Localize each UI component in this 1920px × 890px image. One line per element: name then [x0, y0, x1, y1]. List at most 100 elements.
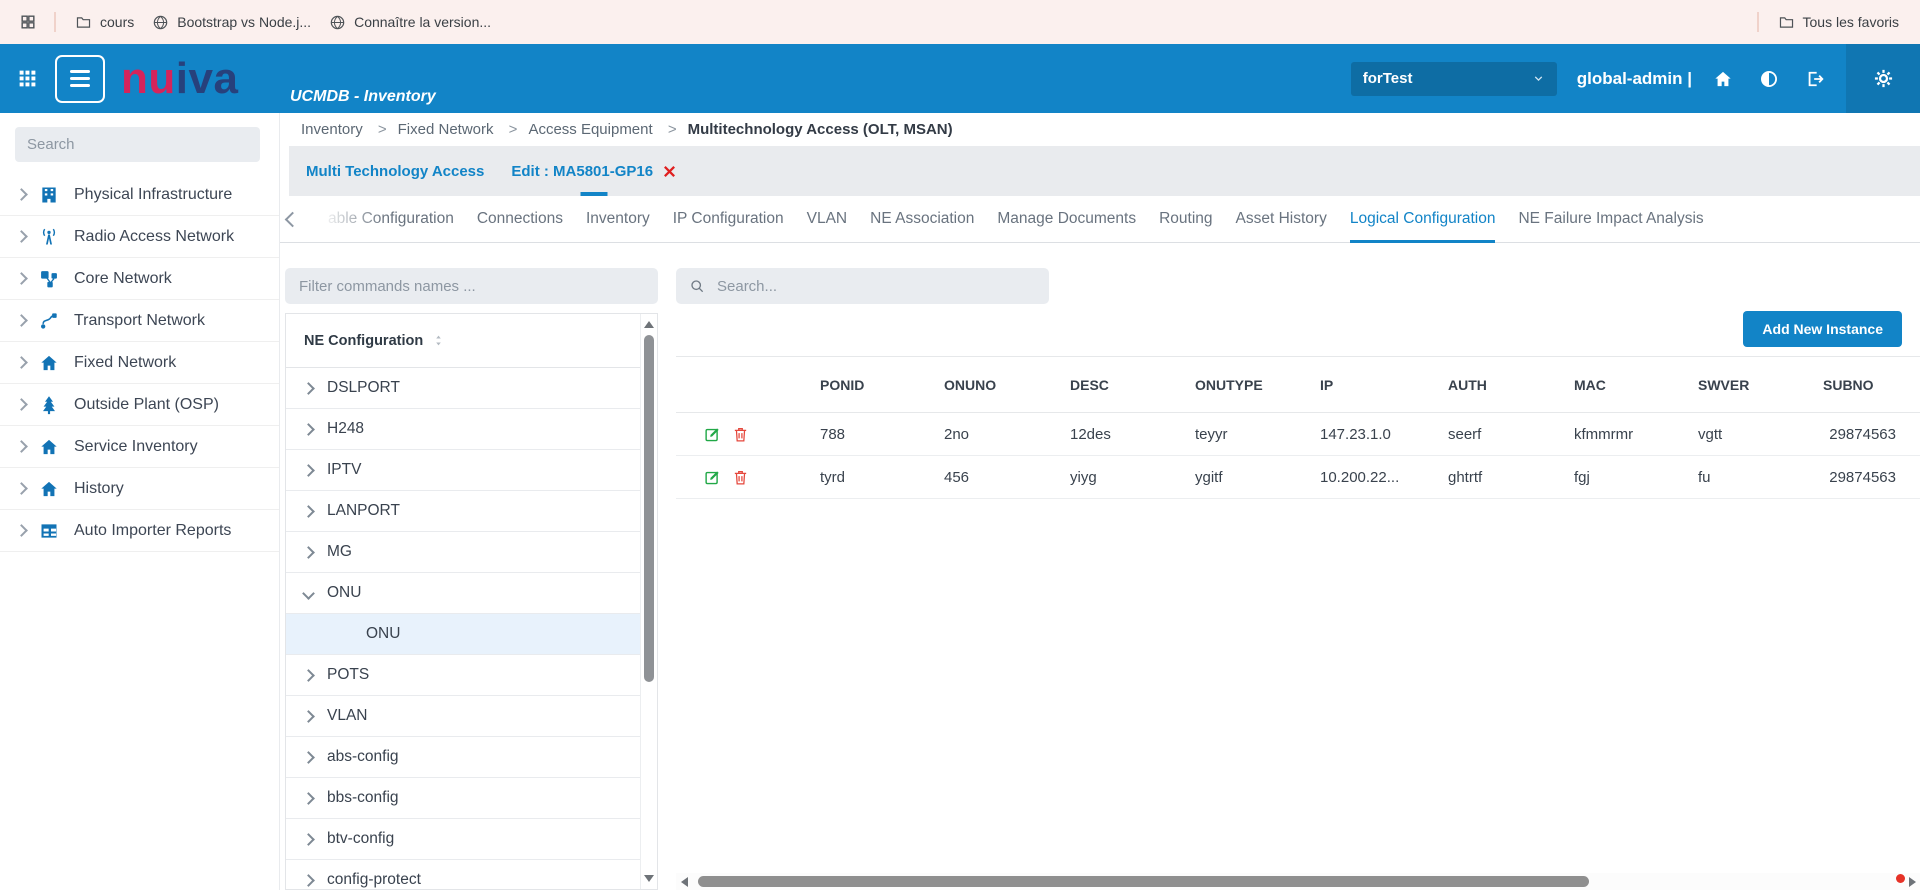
bookmark-item[interactable]: cours — [66, 10, 143, 35]
nuiva-logo[interactable]: nuiva — [121, 57, 238, 101]
edit-icon[interactable] — [704, 426, 721, 443]
sidebar-item-label: Outside Plant (OSP) — [74, 396, 219, 414]
tab[interactable]: Routing — [1159, 196, 1212, 242]
sort-icon[interactable] — [432, 334, 445, 347]
sidebar-item[interactable]: Core Network — [0, 258, 279, 300]
tab[interactable]: Logical Configuration — [1350, 196, 1496, 242]
tab[interactable]: IP Configuration — [673, 196, 784, 242]
delete-icon[interactable] — [732, 426, 749, 443]
delete-icon[interactable] — [732, 469, 749, 486]
close-icon[interactable] — [662, 164, 677, 179]
tab[interactable]: VLAN — [807, 196, 848, 242]
tree-chevron-icon[interactable] — [302, 464, 315, 477]
column-header[interactable]: SUBNO — [1811, 377, 1920, 393]
app-launcher-grid-icon[interactable] — [17, 68, 38, 89]
column-header[interactable]: DESC — [1058, 377, 1183, 393]
add-new-instance-button[interactable]: Add New Instance — [1743, 311, 1902, 347]
tree-chevron-icon[interactable] — [302, 874, 315, 887]
tab[interactable]: Connections — [477, 196, 563, 242]
all-favorites-button[interactable]: Tous les favoris — [1769, 10, 1908, 35]
tree-chevron-icon[interactable] — [302, 751, 315, 764]
tree-column-header-label: NE Configuration — [304, 333, 423, 349]
environment-select-value: forTest — [1363, 70, 1413, 87]
tree-item[interactable]: VLAN — [286, 696, 641, 737]
tree-vertical-scrollbar[interactable] — [640, 314, 657, 889]
settings-button[interactable] — [1846, 44, 1920, 113]
tree-item[interactable]: DSLPORT — [286, 368, 641, 409]
subtab[interactable]: Edit : MA5801-GP16 — [511, 146, 677, 196]
logout-icon[interactable] — [1805, 69, 1825, 89]
scrollbar-thumb[interactable] — [698, 876, 1589, 887]
sidebar-item-label: History — [74, 480, 124, 498]
tree-item-label: abs-config — [327, 748, 399, 766]
column-header[interactable]: SWVER — [1686, 377, 1811, 393]
column-header[interactable]: ONUTYPE — [1183, 377, 1308, 393]
tree-chevron-icon[interactable] — [302, 710, 315, 723]
tree-item[interactable]: MG — [286, 532, 641, 573]
tab[interactable]: Inventory — [586, 196, 650, 242]
tab[interactable]: NE Failure Impact Analysis — [1518, 196, 1703, 242]
column-header[interactable]: AUTH — [1436, 377, 1562, 393]
tree-item[interactable]: POTS — [286, 655, 641, 696]
breadcrumb-link[interactable]: Inventory — [301, 121, 363, 138]
column-header[interactable]: MAC — [1562, 377, 1686, 393]
tree-item[interactable]: ONU — [286, 573, 641, 614]
tree-item[interactable]: config-protect — [286, 860, 641, 890]
breadcrumb-link[interactable]: Access Equipment — [528, 121, 652, 138]
tree-chevron-icon[interactable] — [302, 669, 315, 682]
scrollbar-thumb[interactable] — [644, 335, 654, 682]
sidebar-item[interactable]: Physical Infrastructure — [0, 174, 279, 216]
sidebar-item-label: Auto Importer Reports — [74, 522, 231, 540]
tree-item[interactable]: ONU — [286, 614, 641, 655]
instances-search-input[interactable] — [715, 277, 1049, 296]
tree-chevron-icon[interactable] — [302, 587, 315, 600]
sidebar-item[interactable]: Transport Network — [0, 300, 279, 342]
bookmark-item[interactable]: Bootstrap vs Node.j... — [143, 10, 320, 35]
menu-toggle-button[interactable] — [55, 55, 105, 103]
scroll-up-icon[interactable] — [644, 321, 654, 328]
tree-item[interactable]: LANPORT — [286, 491, 641, 532]
contrast-icon[interactable] — [1759, 69, 1779, 89]
tab[interactable]: NE Association — [870, 196, 974, 242]
tabs-scroll-left-icon[interactable] — [285, 211, 301, 227]
sidebar-item[interactable]: History — [0, 468, 279, 510]
home-icon[interactable] — [1713, 69, 1733, 89]
sidebar-search-input[interactable] — [15, 127, 260, 162]
tree-item[interactable]: abs-config — [286, 737, 641, 778]
tree-chevron-icon[interactable] — [302, 546, 315, 559]
browser-apps-grid-icon[interactable] — [18, 12, 38, 32]
sidebar-item-icon — [39, 353, 59, 373]
tree-item[interactable]: H248 — [286, 409, 641, 450]
tree-chevron-icon[interactable] — [302, 505, 315, 518]
sidebar-item[interactable]: Outside Plant (OSP) — [0, 384, 279, 426]
sidebar-item[interactable]: Radio Access Network — [0, 216, 279, 258]
column-header[interactable]: PONID — [808, 377, 932, 393]
tree-chevron-icon[interactable] — [302, 833, 315, 846]
sidebar-item[interactable]: Auto Importer Reports — [0, 510, 279, 552]
chevron-right-icon — [15, 314, 28, 327]
bookmark-item[interactable]: Connaître la version... — [320, 10, 500, 35]
column-header[interactable]: IP — [1308, 377, 1436, 393]
environment-select[interactable]: forTest — [1351, 62, 1557, 96]
commands-filter-input[interactable] — [285, 268, 658, 304]
tab[interactable]: Manage Documents — [997, 196, 1136, 242]
scroll-left-icon[interactable] — [681, 877, 688, 887]
scroll-right-icon[interactable] — [1909, 877, 1916, 887]
breadcrumb-link[interactable]: Fixed Network — [398, 121, 494, 138]
subtab[interactable]: Multi Technology Access — [306, 146, 484, 196]
sidebar-item[interactable]: Service Inventory — [0, 426, 279, 468]
column-header[interactable]: ONUNO — [932, 377, 1058, 393]
tree-chevron-icon[interactable] — [302, 423, 315, 436]
tree-column-header[interactable]: NE Configuration — [286, 314, 641, 368]
horizontal-scrollbar[interactable] — [676, 873, 1920, 890]
tree-chevron-icon[interactable] — [302, 792, 315, 805]
tab[interactable]: able Configuration — [328, 196, 454, 242]
sidebar-item[interactable]: Fixed Network — [0, 342, 279, 384]
tab[interactable]: Asset History — [1236, 196, 1327, 242]
tree-item[interactable]: btv-config — [286, 819, 641, 860]
tree-item[interactable]: bbs-config — [286, 778, 641, 819]
tree-item[interactable]: IPTV — [286, 450, 641, 491]
tree-chevron-icon[interactable] — [302, 382, 315, 395]
scroll-down-icon[interactable] — [644, 875, 654, 882]
edit-icon[interactable] — [704, 469, 721, 486]
